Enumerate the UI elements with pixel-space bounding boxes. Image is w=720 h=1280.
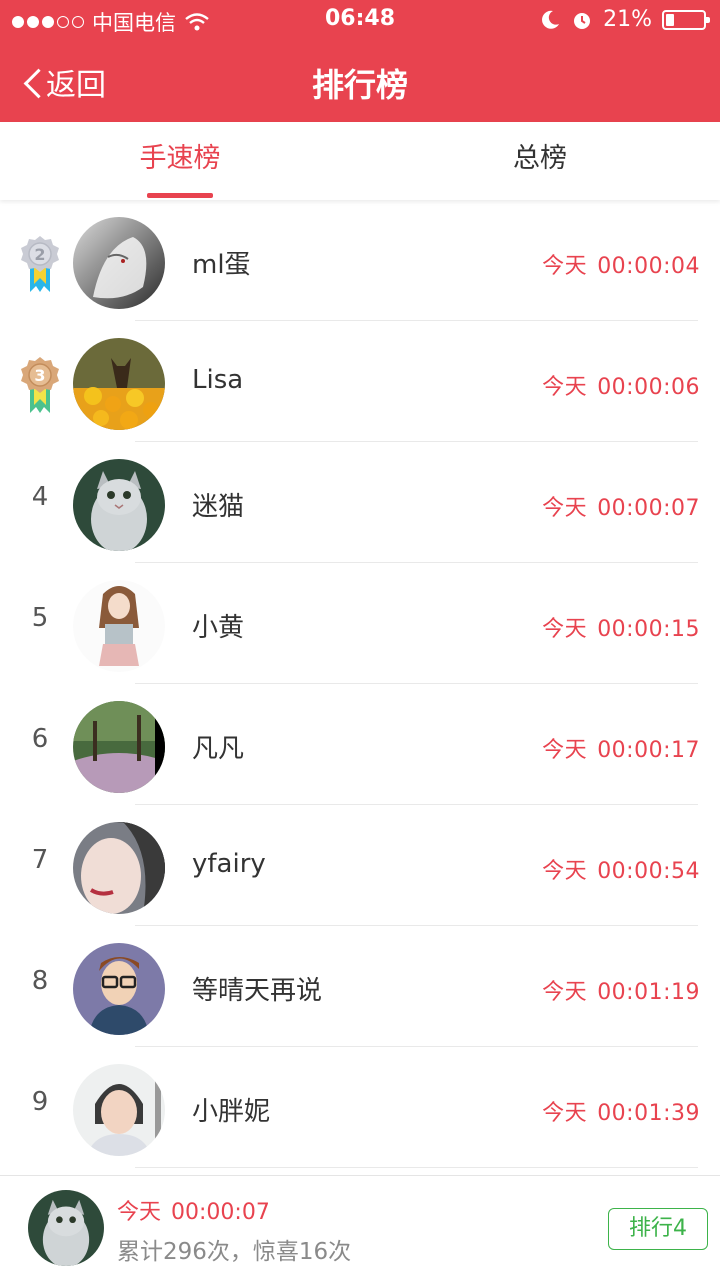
- tab-total-ranking[interactable]: 总榜: [360, 122, 720, 200]
- tab-speed-ranking[interactable]: 手速榜: [0, 122, 360, 200]
- ranking-row[interactable]: 2 ml蛋 今天 00:00:04: [0, 200, 720, 321]
- record-duration: 00:00:17: [597, 738, 700, 763]
- avatar: [73, 822, 165, 914]
- record-duration: 00:01:39: [597, 1101, 700, 1126]
- my-record-day: 今天: [117, 1200, 162, 1225]
- rank-number: 6: [31, 724, 49, 754]
- record-duration: 00:00:07: [597, 496, 700, 521]
- status-right: 21%: [539, 7, 710, 32]
- record-time: 今天 00:00:04: [542, 248, 700, 280]
- avatar: [73, 701, 165, 793]
- battery-percent: 21%: [603, 7, 652, 32]
- ranking-row[interactable]: 4 迷猫 今天 00:00:07: [0, 442, 720, 563]
- ranking-row[interactable]: 5 小黄 今天 00:00:15: [0, 563, 720, 684]
- record-day: 今天: [542, 1101, 588, 1126]
- record-time: 今天 00:00:06: [542, 369, 700, 401]
- user-name: 小黄: [192, 613, 245, 643]
- avatar: [73, 217, 165, 309]
- user-name: 小胖妮: [192, 1097, 271, 1127]
- ranking-row[interactable]: 6 凡凡 今天 00:00:17: [0, 684, 720, 805]
- record-day: 今天: [542, 375, 588, 400]
- user-name: ml蛋: [192, 250, 251, 280]
- record-day: 今天: [542, 496, 588, 521]
- rank-number: 5: [31, 603, 49, 633]
- page-title: 排行榜: [311, 66, 408, 104]
- rank-number: 9: [31, 1087, 49, 1117]
- user-name: 凡凡: [192, 734, 245, 764]
- record-duration: 00:00:54: [597, 859, 700, 884]
- ranking-row[interactable]: 8 等晴天再说 今天 00:01:19: [0, 926, 720, 1047]
- user-name: Lisa: [192, 365, 244, 395]
- record-duration: 00:00:15: [597, 617, 700, 642]
- medal-rank-3: 3: [34, 366, 45, 385]
- avatar: [73, 943, 165, 1035]
- record-day: 今天: [542, 738, 588, 763]
- my-stats: 累计296次，惊喜16次: [117, 1239, 352, 1265]
- record-day: 今天: [542, 980, 588, 1005]
- avatar: [73, 459, 165, 551]
- bronze-medal-icon: 3: [21, 357, 59, 413]
- record-time: 今天 00:01:19: [542, 974, 700, 1006]
- ranking-list: 2 ml蛋 今天 00:00:04 3 Lisa 今天 00:00:06 4 迷…: [0, 200, 720, 1168]
- record-day: 今天: [542, 617, 588, 642]
- row-divider: [135, 1167, 698, 1168]
- moon-icon: [542, 10, 560, 29]
- avatar: [73, 338, 165, 430]
- rank-number: 7: [31, 845, 49, 875]
- ranking-row[interactable]: 9 小胖妮 今天 00:01:39: [0, 1047, 720, 1168]
- my-record-duration: 00:00:07: [171, 1200, 270, 1225]
- my-record-time: 今天 00:00:07: [117, 1194, 270, 1226]
- rank-number: 4: [31, 482, 49, 512]
- record-day: 今天: [542, 254, 588, 279]
- nav-bar: 返回 排行榜: [0, 40, 720, 122]
- record-time: 今天 00:01:39: [542, 1095, 700, 1127]
- user-name: 迷猫: [192, 492, 245, 522]
- record-time: 今天 00:00:15: [542, 611, 700, 643]
- ranking-row[interactable]: 3 Lisa 今天 00:00:06: [0, 321, 720, 442]
- avatar: [73, 1064, 165, 1156]
- tab-bar: 手速榜 总榜: [0, 122, 720, 200]
- record-duration: 00:00:06: [597, 375, 700, 400]
- silver-medal-icon: 2: [21, 236, 59, 292]
- tab-indicator: [147, 193, 213, 198]
- medal-rank-2: 2: [34, 245, 45, 264]
- user-name: 等晴天再说: [192, 976, 323, 1006]
- header: 中国电信 06:48 21% 返回 排行榜: [0, 0, 720, 122]
- my-ranking-bar: 今天 00:00:07 累计296次，惊喜16次 排行4: [0, 1175, 720, 1280]
- status-bar: 中国电信 06:48 21%: [0, 0, 720, 40]
- my-avatar: [28, 1190, 104, 1266]
- battery-icon: [662, 9, 710, 30]
- record-time: 今天 00:00:17: [542, 732, 700, 764]
- record-time: 今天 00:00:07: [542, 490, 700, 522]
- ranking-row[interactable]: 7 yfairy 今天 00:00:54: [0, 805, 720, 926]
- record-day: 今天: [542, 859, 588, 884]
- user-name: yfairy: [192, 849, 266, 879]
- record-time: 今天 00:00:54: [542, 853, 700, 885]
- record-duration: 00:00:04: [597, 254, 700, 279]
- rank-number: 8: [31, 966, 49, 996]
- avatar: [73, 580, 165, 672]
- record-duration: 00:01:19: [597, 980, 700, 1005]
- alarm-icon: [574, 12, 591, 29]
- my-rank-button[interactable]: 排行4: [608, 1208, 708, 1250]
